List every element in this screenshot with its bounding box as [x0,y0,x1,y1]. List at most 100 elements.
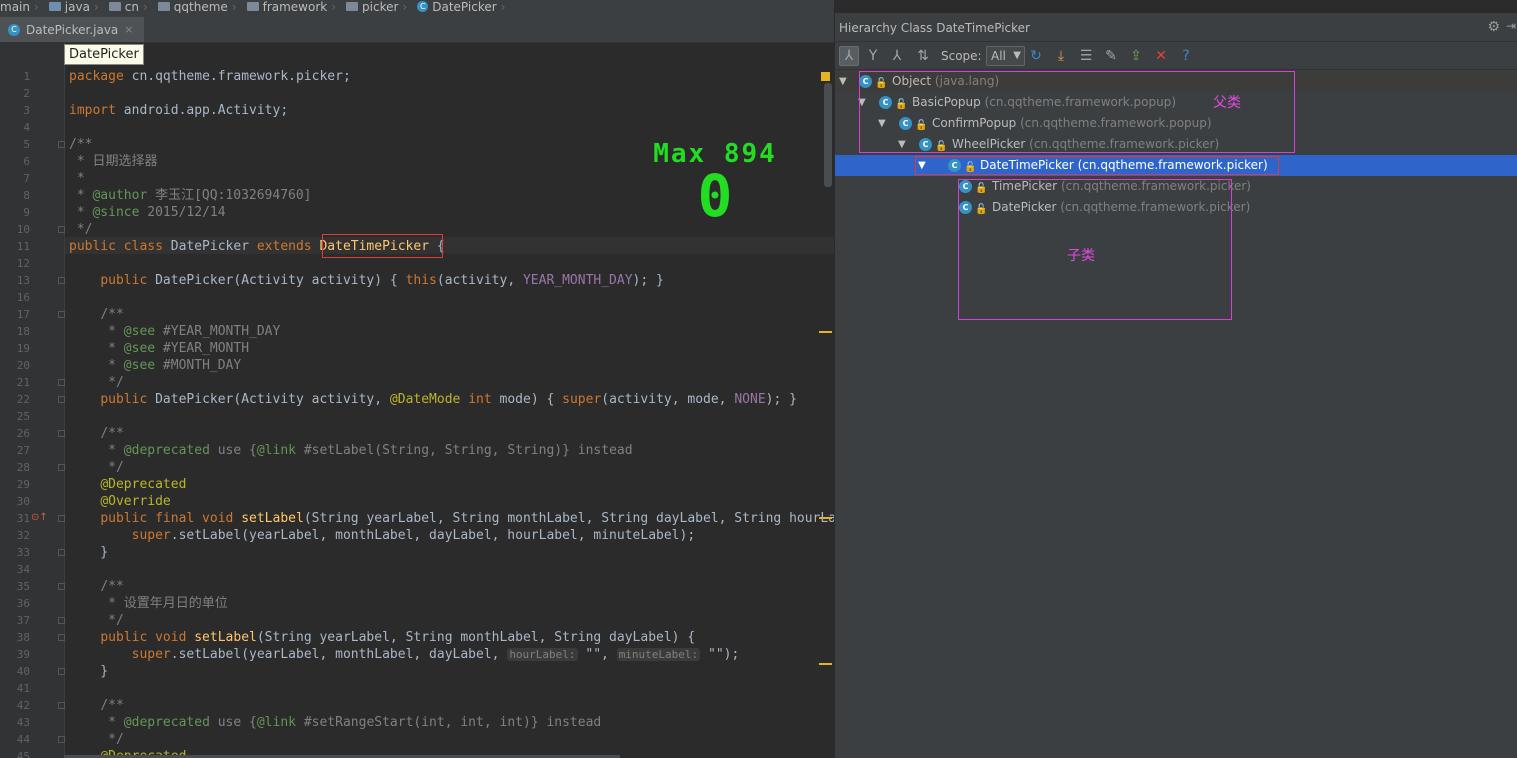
override-gutter-icon[interactable]: ⊙↑ [31,512,48,523]
vertical-scrollbar[interactable] [824,83,832,187]
code-line[interactable]: } [69,544,108,561]
code-line[interactable]: * @since 2015/12/14 [69,204,226,221]
sort-alphabetically-icon[interactable]: ⇅ [913,46,933,66]
code-line[interactable]: * [69,170,85,187]
supertypes-hierarchy-icon[interactable]: ⅄ [839,46,859,66]
code-line[interactable]: * 设置年月日的单位 [69,595,228,612]
fold-toggle-icon[interactable] [58,430,65,437]
code-line[interactable]: */ [69,612,124,629]
fold-toggle-icon[interactable] [58,379,65,386]
subtypes-hierarchy-icon[interactable]: Y [863,46,883,66]
close-icon[interactable]: ✕ [1151,46,1171,66]
fold-toggle-icon[interactable] [58,617,65,624]
code-line[interactable]: */ [69,459,124,476]
line-number: 5 [23,138,30,151]
breadcrumb-main[interactable]: main › [0,0,45,13]
type-hierarchy-icon[interactable]: ⅄ [887,46,907,66]
code-editor[interactable]: 1 2 3 4 5 6 7 8 9 10 11 12 13 16 17 18 19 20 21 22 25 26 27 28 2… [0,43,834,758]
code-line[interactable]: * @deprecated use {@link #setLabel(Strin… [69,442,632,459]
warning-marker[interactable] [819,663,832,665]
fold-toggle-icon[interactable] [58,226,65,233]
class-icon: C [417,1,429,12]
line-number: 37 [16,614,30,627]
export-icon[interactable]: ⤓ [1051,46,1071,66]
fold-toggle-icon[interactable] [58,634,65,641]
breadcrumb-picker[interactable]: picker › [342,0,413,13]
code-line[interactable]: import android.app.Activity; [69,102,288,119]
code-line[interactable]: super.setLabel(yearLabel, monthLabel, da… [69,646,740,663]
warning-marker[interactable] [819,331,832,333]
close-icon[interactable]: × [124,23,133,36]
code-line[interactable]: package cn.qqtheme.framework.picker; [69,68,351,85]
code-line[interactable]: /** [69,425,123,442]
hierarchy-panel: Hierarchy Class DateTimePicker ⚙ ⇥ ⅄ Y ⅄… [834,13,1517,758]
refresh-icon[interactable]: ↻ [1026,46,1046,66]
code-line[interactable]: /** [69,697,123,714]
chevron-down-icon[interactable]: ▼ [839,71,847,92]
line-number: 40 [16,665,30,678]
code-line[interactable]: public DatePicker(Activity activity) { t… [69,272,664,289]
code-line[interactable]: public DatePicker(Activity activity, @Da… [69,391,797,408]
line-number: 30 [16,495,30,508]
code-line[interactable]: @Deprecated [69,476,186,493]
fold-toggle-icon[interactable] [58,464,65,471]
pin-icon[interactable]: ✎ [1101,46,1121,66]
fold-toggle-icon[interactable] [58,736,65,743]
hide-panel-icon[interactable]: ⇥ [1506,19,1516,33]
fold-toggle-icon[interactable] [58,515,65,522]
parent-classes-annotation-label: 父类 [1213,95,1241,111]
breadcrumb-qqtheme[interactable]: qqtheme › [154,0,243,13]
warning-marker[interactable] [819,517,832,519]
line-number: 10 [16,223,30,236]
breadcrumb-cn[interactable]: cn › [105,0,154,13]
analysis-status-icon[interactable] [821,72,830,81]
code-line[interactable]: /** [69,578,123,595]
fold-toggle-icon[interactable] [58,141,65,148]
help-icon[interactable]: ? [1176,46,1196,66]
tab-datepicker-java[interactable]: C DatePicker.java × [0,17,144,42]
breadcrumb-datepicker[interactable]: C DatePicker › [413,0,511,13]
breadcrumb-framework[interactable]: framework › [243,0,342,13]
code-line[interactable]: public void setLabel(String yearLabel, S… [69,629,695,646]
open-in-new-icon[interactable]: ⇪ [1126,46,1146,66]
child-classes-annotation-box [958,179,1232,320]
code-line[interactable]: /** [69,136,92,153]
code-line[interactable]: * @deprecated use {@link #setRangeStart(… [69,714,601,731]
line-number: 19 [16,342,30,355]
line-number: 38 [16,631,30,644]
fold-toggle-icon[interactable] [58,549,65,556]
chevron-down-icon: ▼ [1013,50,1021,61]
code-line[interactable]: * @see #MONTH_DAY [69,357,241,374]
code-line[interactable]: */ [69,731,124,748]
code-line[interactable]: */ [69,221,93,238]
breadcrumb-java[interactable]: java › [45,0,105,13]
editor-tab-bar: C DatePicker.java × [0,13,834,43]
hierarchy-tree: ▼ C 🔓 Object (java.lang) ▼ C 🔓 BasicPopu… [835,70,1517,758]
breadcrumb-label: DatePicker [432,0,497,13]
code-line[interactable]: /** [69,306,123,323]
line-number: 4 [23,121,30,134]
code-line[interactable]: @Override [69,493,170,510]
expand-all-icon[interactable]: ☰ [1076,46,1096,66]
line-number: 25 [16,410,30,423]
fold-toggle-icon[interactable] [58,583,65,590]
code-line[interactable]: */ [69,374,124,391]
code-line[interactable]: * @see #YEAR_MONTH [69,340,249,357]
code-line[interactable]: } [69,663,108,680]
fold-toggle-icon[interactable] [58,311,65,318]
fold-toggle-icon[interactable] [58,396,65,403]
fold-toggle-icon[interactable] [58,277,65,284]
code-line[interactable]: * 日期选择器 [69,153,158,170]
overlay-value-text: 0 [697,162,733,230]
line-number: 16 [16,291,30,304]
code-line[interactable]: public final void setLabel(String yearLa… [69,510,834,527]
code-line[interactable]: * @author 李玉江[QQ:1032694760] [69,187,312,204]
code-line[interactable]: super.setLabel(yearLabel, monthLabel, da… [69,527,696,544]
fold-toggle-icon[interactable] [58,668,65,675]
class-icon: C [8,23,20,36]
parent-classes-annotation-box [859,71,1295,153]
gear-icon[interactable]: ⚙ [1487,19,1500,35]
scope-dropdown[interactable]: All ▼ [986,46,1025,66]
fold-toggle-icon[interactable] [58,702,65,709]
code-line[interactable]: * @see #YEAR_MONTH_DAY [69,323,280,340]
